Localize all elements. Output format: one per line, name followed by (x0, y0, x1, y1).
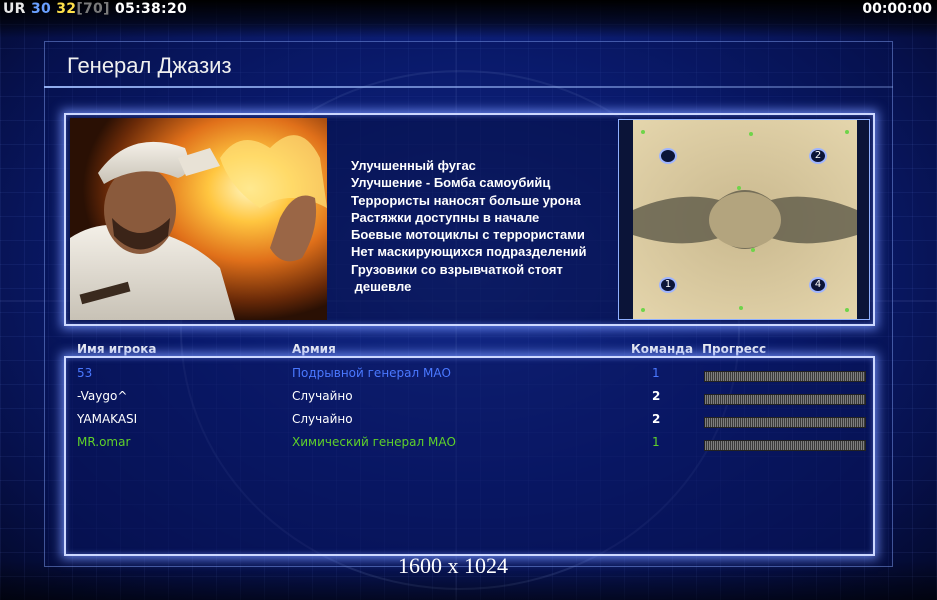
bonus-item: Боевые мотоциклы с террористами (351, 227, 585, 243)
hud-value-70: [70] (76, 1, 110, 17)
bonus-item: Террористы наносят больше урона (351, 192, 581, 208)
player-name: -Vaygo^ (77, 389, 128, 403)
bonus-item: Нет маскирующихся подразделений (351, 244, 587, 260)
table-row: 53 Подрывной генерал МАО 1 (0, 366, 937, 388)
resolution-label: 1600 x 1024 (398, 553, 508, 578)
player-team: 1 (652, 435, 660, 449)
table-row: YAMAKASI Случайно 2 (0, 412, 937, 434)
player-army: Случайно (292, 412, 353, 426)
general-bonus-list: Улучшенный фугас Улучшение - Бомба самоу… (351, 157, 587, 295)
player-name: 53 (77, 366, 93, 380)
player-progress-bar (704, 371, 866, 382)
bonus-item: дешевле (351, 279, 412, 295)
hud-timer: 00:00:00 (862, 1, 932, 17)
table-row: MR.omar Химический генерал МАО 1 (0, 435, 937, 457)
player-team: 2 (652, 389, 661, 403)
start-position-marker[interactable] (659, 148, 677, 164)
hud-value-30: 30 (30, 1, 52, 17)
column-header-name: Имя игрока (77, 342, 157, 356)
column-header-team: Команда (631, 342, 694, 356)
player-army: Химический генерал МАО (292, 435, 456, 449)
hud-value-32: 32 (56, 1, 77, 17)
general-portrait (70, 118, 327, 320)
minimap: 2 1 4 (618, 119, 870, 320)
minimap-terrain (619, 120, 869, 319)
page-title: Генерал Джазиз (67, 53, 232, 78)
player-progress-bar (704, 394, 866, 405)
hud-clock: 05:38:20 (114, 1, 188, 17)
player-name: YAMAKASI (77, 412, 138, 426)
player-progress-bar (704, 440, 866, 451)
general-portrait-image (70, 118, 327, 320)
player-team: 1 (652, 366, 660, 380)
start-position-marker[interactable]: 4 (809, 277, 827, 293)
hud-ur: UR (3, 1, 26, 17)
start-position-marker[interactable]: 2 (809, 148, 827, 164)
player-army: Случайно (292, 389, 353, 403)
hud-stats: UR 30 32[70] 05:38:20 (3, 1, 187, 17)
player-progress-bar (704, 417, 866, 428)
bonus-item: Улучшенный фугас (351, 158, 476, 173)
bonus-item: Грузовики со взрывчаткой стоят (351, 261, 563, 277)
column-header-progress: Прогресс (702, 342, 767, 356)
player-army: Подрывной генерал МАО (292, 366, 452, 380)
title-divider (44, 86, 893, 88)
player-team: 2 (652, 412, 661, 426)
bonus-item: Растяжки доступны в начале (351, 209, 540, 225)
start-position-marker[interactable]: 1 (659, 277, 677, 293)
table-row: -Vaygo^ Случайно 2 (0, 389, 937, 411)
bonus-item: Улучшение - Бомба самоубийц (351, 175, 551, 191)
player-name: MR.omar (77, 435, 131, 449)
column-header-army: Армия (292, 342, 336, 356)
